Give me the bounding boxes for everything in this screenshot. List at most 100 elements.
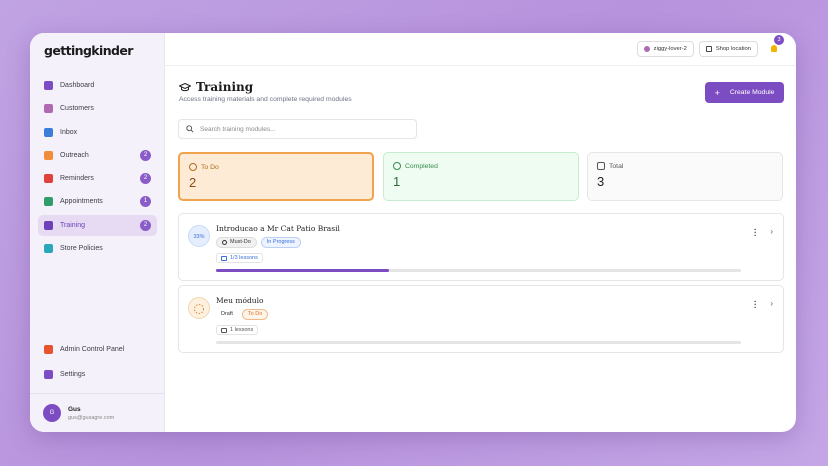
count-badge: 2 — [140, 219, 151, 231]
sidebar-item-label: Store Policies — [60, 245, 103, 253]
tag-status: In Progress — [260, 237, 301, 248]
store-icon — [705, 46, 712, 52]
inbox-icon — [44, 127, 53, 137]
notifications-button[interactable]: 3 — [768, 35, 784, 55]
sidebar-item-label: Customers — [60, 105, 94, 113]
notification-badge: 3 — [774, 35, 784, 45]
training-icon — [44, 220, 53, 230]
pending-icon — [194, 304, 204, 314]
progress-bar — [216, 341, 741, 344]
app-window: gettingkinder Dashboard Customers Inbox Out… — [30, 33, 796, 432]
page-title-text: Training — [196, 80, 254, 94]
sidebar-item-outreach[interactable]: Outreach 2 — [38, 145, 157, 166]
sidebar-item-label: Inbox — [60, 128, 78, 136]
count-badge: 2 — [140, 173, 151, 185]
tag-status: To Do — [241, 309, 269, 320]
sidebar-item-settings[interactable]: Settings — [38, 364, 157, 385]
dashboard-icon — [44, 81, 53, 90]
main-content: ziggy-lover-2 Shop location 3 Training A… — [165, 33, 796, 432]
search-box — [178, 119, 417, 139]
search-icon — [186, 125, 194, 133]
book-icon — [221, 327, 227, 333]
sidebar-item-training[interactable]: Training 2 — [38, 214, 157, 236]
sidebar-item-label: Outreach — [60, 151, 89, 159]
gear-icon — [44, 370, 53, 379]
sidebar-item-inbox[interactable]: Inbox — [38, 122, 157, 143]
progress-bar — [216, 269, 741, 272]
stat-card-total[interactable]: Total 3 — [587, 152, 783, 201]
top-bar: ziggy-lover-2 Shop location 3 — [165, 33, 796, 66]
tag-draft: Draft — [221, 311, 233, 317]
sidebar-item-label: Reminders — [60, 175, 94, 183]
page-title: Training — [179, 80, 253, 94]
user-profile[interactable]: G Gus gus@gusagre.com — [30, 393, 165, 432]
user-icon — [643, 46, 650, 52]
book-icon — [221, 255, 227, 261]
avatar: G — [43, 404, 61, 422]
sidebar-item-label: Dashboard — [60, 82, 95, 89]
count-badge: 1 — [140, 196, 151, 208]
stat-total-value: 3 — [597, 174, 605, 189]
stat-todo-label: To Do — [201, 163, 219, 171]
module-title: Introducao a Mr Cat Patio Brasil — [216, 224, 340, 233]
module-title: Meu módulo — [216, 296, 264, 305]
lessons-count: 1/3 lessons — [216, 253, 263, 263]
plus-icon: + — [714, 87, 720, 98]
create-module-label: Create Module — [729, 89, 775, 96]
module-card[interactable]: Meu módulo Draft To Do 1 lessons · · · › — [178, 285, 784, 353]
search-input[interactable] — [200, 125, 400, 133]
stat-todo-value: 2 — [189, 175, 197, 190]
module-card[interactable]: 33% Introducao a Mr Cat Patio Brasil Mus… — [178, 213, 784, 281]
lessons-label: 1 lessons — [230, 327, 254, 333]
tag-label: Must-Do — [230, 239, 251, 245]
more-options-icon[interactable]: · · · — [754, 298, 757, 312]
module-progress-circle — [188, 297, 210, 319]
stat-total-label: Total — [609, 162, 624, 170]
sidebar-bottom-nav: Admin Control Panel Settings — [38, 339, 157, 389]
sidebar-item-admin-control-panel[interactable]: Admin Control Panel — [38, 339, 157, 360]
count-badge: 2 — [140, 149, 151, 161]
tag-must-do: Must-Do — [216, 237, 257, 248]
user-email: gus@gusagre.com — [68, 414, 115, 421]
customers-icon — [44, 104, 53, 114]
store-label: ziggy-lover-2 — [653, 46, 687, 52]
app-logo[interactable]: gettingkinder — [44, 43, 133, 58]
sidebar-item-dashboard[interactable]: Dashboard — [38, 75, 157, 96]
lessons-count: 1 lessons — [216, 325, 259, 335]
stat-completed-label: Completed — [405, 162, 438, 170]
sidebar-item-label: Admin Control Panel — [60, 346, 125, 353]
graduation-cap-icon — [179, 82, 191, 91]
sidebar-item-store-policies[interactable]: Store Policies — [38, 238, 157, 259]
more-options-icon[interactable]: · · · — [754, 226, 757, 240]
store-selector[interactable]: ziggy-lover-2 — [636, 41, 694, 57]
check-circle-icon — [393, 162, 401, 170]
reminders-icon — [44, 174, 53, 184]
appointments-icon — [44, 197, 53, 207]
chevron-right-icon[interactable]: › — [770, 227, 773, 236]
sidebar-item-appointments[interactable]: Appointments 1 — [38, 191, 157, 212]
store-policies-icon — [44, 244, 53, 254]
bell-icon — [771, 45, 777, 52]
stat-card-completed[interactable]: Completed 1 — [383, 152, 579, 201]
outreach-icon — [44, 150, 53, 160]
shop-location-button[interactable]: Shop location — [698, 41, 758, 57]
clock-icon — [222, 240, 227, 245]
create-module-button[interactable]: + Create Module — [705, 82, 784, 103]
clock-icon — [189, 163, 197, 171]
stat-completed-value: 1 — [393, 174, 401, 189]
chevron-right-icon[interactable]: › — [770, 299, 773, 308]
sidebar-item-customers[interactable]: Customers — [38, 98, 157, 119]
lessons-label: 1/3 lessons — [230, 255, 258, 261]
sidebar-item-reminders[interactable]: Reminders 2 — [38, 168, 157, 189]
sidebar: gettingkinder Dashboard Customers Inbox Out… — [30, 33, 165, 432]
page-subtitle: Access training materials and complete r… — [179, 96, 352, 103]
stat-card-todo[interactable]: To Do 2 — [178, 152, 374, 201]
sidebar-item-label: Training — [60, 221, 86, 229]
module-progress-circle: 33% — [188, 225, 210, 247]
shop-location-label: Shop location — [715, 46, 751, 52]
user-name: Gus — [68, 405, 81, 413]
sidebar-item-label: Appointments — [60, 198, 103, 206]
shield-icon — [44, 345, 53, 354]
graduation-cap-icon — [597, 162, 605, 170]
sidebar-nav: Dashboard Customers Inbox Outreach 2 Reminder… — [38, 75, 157, 261]
